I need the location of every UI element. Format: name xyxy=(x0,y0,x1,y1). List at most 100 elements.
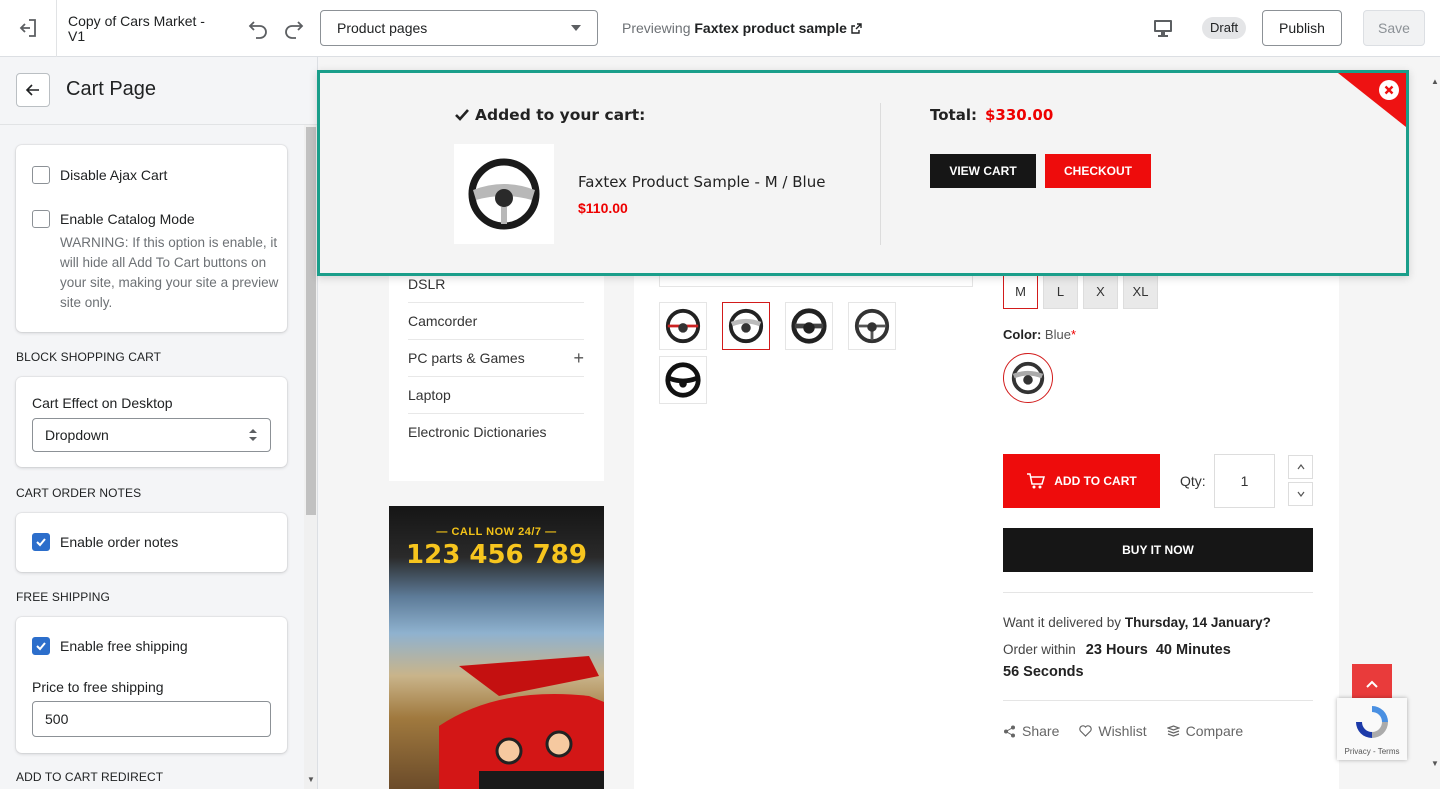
thumbnail[interactable] xyxy=(848,302,896,350)
close-button[interactable] xyxy=(1379,80,1399,100)
size-option-x[interactable]: X xyxy=(1083,274,1118,309)
plus-icon[interactable]: + xyxy=(573,340,584,377)
section-heading-cart-order-notes: CART ORDER NOTES xyxy=(16,486,142,500)
catalog-mode-checkbox[interactable] xyxy=(32,210,50,228)
cart-effect-value: Dropdown xyxy=(45,427,109,443)
menu-item-label: Camcorder xyxy=(408,313,478,329)
menu-item[interactable]: PC parts & Games + xyxy=(408,340,584,377)
page-select[interactable]: Product pages xyxy=(320,10,598,46)
checkout-button[interactable]: CHECKOUT xyxy=(1045,154,1151,188)
add-to-cart-button[interactable]: ADD TO CART xyxy=(1003,454,1160,508)
scroll-down-icon[interactable]: ▼ xyxy=(306,775,316,785)
check-icon xyxy=(36,642,46,651)
color-swatch-blue[interactable] xyxy=(1003,353,1053,403)
cart-product-name[interactable]: Faxtex Product Sample - M / Blue xyxy=(578,173,825,191)
wishlist-link[interactable]: Wishlist xyxy=(1079,723,1147,739)
close-icon xyxy=(1384,85,1394,95)
redo-button[interactable] xyxy=(281,15,307,41)
divider xyxy=(1003,592,1313,593)
category-menu: DSLR Camcorder PC parts & Games + Laptop … xyxy=(389,257,604,481)
menu-item-label: Electronic Dictionaries xyxy=(408,424,547,440)
free-shipping-option[interactable]: Enable free shipping xyxy=(32,637,188,655)
external-link-icon[interactable] xyxy=(851,23,862,34)
sidebar-header: Cart Page xyxy=(0,57,317,125)
size-option-l[interactable]: L xyxy=(1043,274,1078,309)
compare-link[interactable]: Compare xyxy=(1166,723,1243,739)
recaptcha-badge[interactable]: Privacy - Terms xyxy=(1337,698,1407,760)
disable-ajax-cart-option[interactable]: Disable Ajax Cart xyxy=(32,166,167,184)
added-to-cart-popup: Added to your cart: Faxtex Product Sampl… xyxy=(317,70,1409,276)
menu-item[interactable]: Electronic Dictionaries xyxy=(408,414,584,451)
back-arrow-icon xyxy=(25,84,39,96)
promo-banner[interactable]: — CALL NOW 24/7 — 123 456 789 xyxy=(389,506,604,789)
catalog-mode-option[interactable]: Enable Catalog Mode xyxy=(32,210,195,228)
cart-effect-select[interactable]: Dropdown xyxy=(32,418,271,452)
delivery-estimate: Want it delivered by Thursday, 14 Januar… xyxy=(1003,615,1271,630)
add-to-cart-label: ADD TO CART xyxy=(1054,474,1137,488)
publish-button[interactable]: Publish xyxy=(1262,10,1342,46)
monitor-icon[interactable] xyxy=(1152,17,1174,39)
preview-scroll-down-icon[interactable]: ▼ xyxy=(1431,759,1439,768)
status-badge: Draft xyxy=(1202,17,1247,39)
banner-phone: 123 456 789 xyxy=(406,540,587,570)
size-option-xl[interactable]: XL xyxy=(1123,274,1158,309)
cart-icon xyxy=(1027,473,1046,489)
product-actions: Share Wishlist Compare xyxy=(1003,723,1243,739)
wishlist-label: Wishlist xyxy=(1098,723,1147,739)
countdown-seconds: 56 Seconds xyxy=(1003,664,1084,680)
steering-wheel-image xyxy=(1011,361,1045,395)
added-to-cart-heading: Added to your cart: xyxy=(455,106,645,124)
exit-button[interactable] xyxy=(14,14,42,42)
order-notes-option[interactable]: Enable order notes xyxy=(32,533,178,551)
banner-call-label: CALL NOW 24/7 xyxy=(451,526,542,538)
thumbnail[interactable] xyxy=(785,302,833,350)
disable-ajax-cart-checkbox[interactable] xyxy=(32,166,50,184)
popup-corner xyxy=(1338,73,1406,127)
cart-product-price: $110.00 xyxy=(578,200,628,216)
free-shipping-price-input[interactable]: 500 xyxy=(32,701,271,737)
delivery-prefix: Want it delivered by xyxy=(1003,615,1122,630)
quantity-label: Qty: xyxy=(1180,473,1206,489)
divider xyxy=(880,103,881,245)
free-shipping-card: Enable free shipping Price to free shipp… xyxy=(16,617,287,753)
recaptcha-icon xyxy=(1356,706,1388,738)
menu-item[interactable]: Camcorder xyxy=(408,303,584,340)
view-cart-button[interactable]: VIEW CART xyxy=(930,154,1036,188)
thumbnail[interactable] xyxy=(659,356,707,404)
size-option-m[interactable]: M xyxy=(1003,274,1038,309)
preview-scroll-up-icon[interactable]: ▲ xyxy=(1431,77,1439,86)
sidebar-title: Cart Page xyxy=(66,78,157,100)
quantity-increase-button[interactable] xyxy=(1288,455,1313,479)
countdown-minutes: 40 Minutes xyxy=(1155,642,1231,658)
share-label: Share xyxy=(1022,723,1060,739)
undo-icon xyxy=(248,21,267,39)
recaptcha-text: Privacy - Terms xyxy=(1344,747,1400,756)
heart-icon xyxy=(1079,725,1093,737)
settings-sidebar: Cart Page Disable Ajax Cart Enable Catal… xyxy=(0,57,318,789)
section-heading-add-to-cart-redirect: ADD TO CART REDIRECT xyxy=(16,770,164,784)
menu-item-label: PC parts & Games xyxy=(408,350,525,366)
back-button[interactable] xyxy=(16,73,50,107)
buy-it-now-button[interactable]: BUY IT NOW xyxy=(1003,528,1313,572)
thumbnail[interactable] xyxy=(659,302,707,350)
total-label: Total: xyxy=(930,106,977,124)
cart-order-notes-card: Enable order notes xyxy=(16,513,287,572)
undo-button[interactable] xyxy=(245,15,271,41)
quantity-decrease-button[interactable] xyxy=(1288,482,1313,506)
page-select-value: Product pages xyxy=(337,20,428,36)
thumbnail-selected[interactable] xyxy=(722,302,770,350)
sidebar-scrollbar-thumb[interactable] xyxy=(306,127,316,515)
catalog-mode-label: Enable Catalog Mode xyxy=(60,211,195,227)
divider xyxy=(56,0,57,57)
menu-item-label: DSLR xyxy=(408,276,446,292)
free-shipping-checkbox[interactable] xyxy=(32,637,50,655)
order-notes-checkbox[interactable] xyxy=(32,533,50,551)
share-link[interactable]: Share xyxy=(1003,723,1059,739)
save-button[interactable]: Save xyxy=(1363,10,1425,46)
steering-wheel-image xyxy=(468,158,540,230)
block-shopping-cart-card: Cart Effect on Desktop Dropdown xyxy=(16,377,287,467)
chevron-down-icon xyxy=(571,25,581,31)
menu-item[interactable]: Laptop xyxy=(408,377,584,414)
quantity-input[interactable]: 1 xyxy=(1214,454,1275,508)
preview-product-link[interactable]: Faxtex product sample xyxy=(694,20,847,36)
